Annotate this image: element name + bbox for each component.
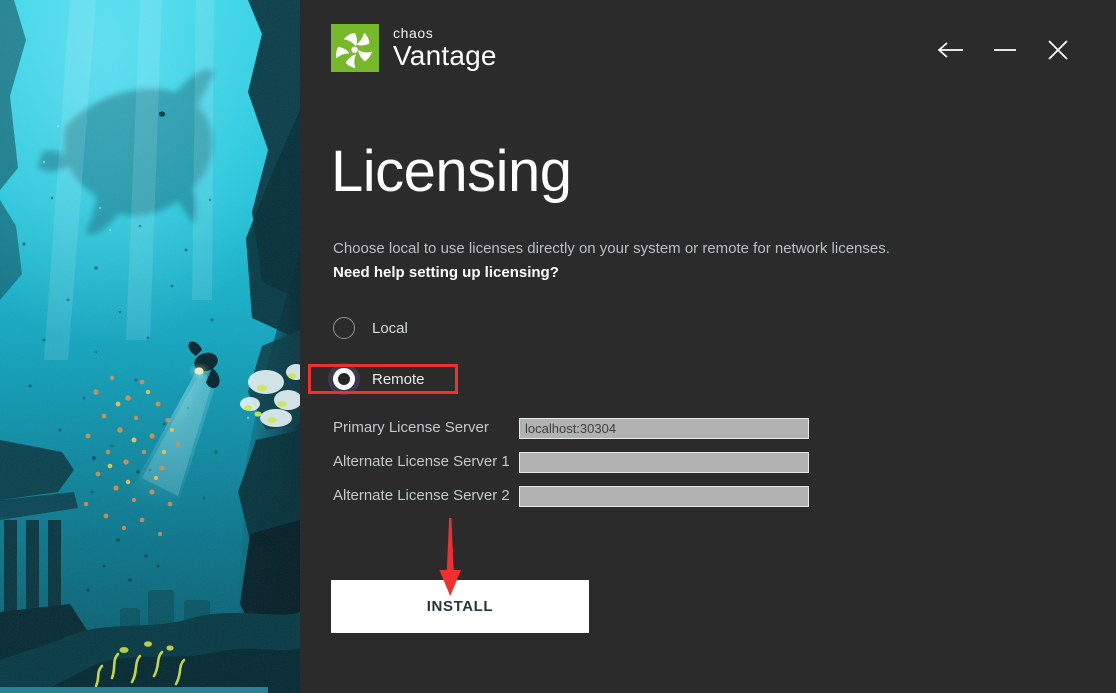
- primary-license-server-label: Primary License Server: [333, 419, 489, 436]
- alternate-license-server-2-label: Alternate License Server 2: [333, 487, 510, 504]
- alternate-license-server-1-label: Alternate License Server 1: [333, 453, 510, 470]
- help-link[interactable]: Need help setting up licensing?: [333, 263, 559, 283]
- installer-window: chaos Vantage Licensing Choose local to …: [0, 0, 1116, 693]
- primary-license-server-input[interactable]: [519, 418, 809, 439]
- brand-lockup: chaos Vantage: [331, 24, 497, 72]
- radio-option-local[interactable]: Local: [333, 313, 408, 343]
- hero-image-panel: [0, 0, 300, 693]
- close-icon: [1046, 38, 1070, 62]
- alternate-license-server-2-row: Alternate License Server 2: [333, 486, 843, 508]
- close-button[interactable]: [1038, 30, 1078, 70]
- radio-label-remote: Remote: [372, 370, 425, 388]
- underwater-scene-artwork: [0, 0, 300, 693]
- arrow-left-icon: [937, 40, 965, 60]
- installer-content-pane: chaos Vantage Licensing Choose local to …: [300, 0, 1116, 693]
- radio-unselected-icon: [333, 317, 355, 339]
- page-subtitle: Choose local to use licenses directly on…: [333, 240, 890, 257]
- back-button[interactable]: [931, 30, 971, 70]
- minimize-icon: [992, 43, 1018, 57]
- alternate-license-server-2-input[interactable]: [519, 486, 809, 507]
- brand-text: chaos Vantage: [393, 26, 497, 70]
- brand-product: Vantage: [393, 39, 497, 71]
- radio-option-remote[interactable]: Remote: [328, 363, 425, 395]
- primary-license-server-row: Primary License Server: [333, 418, 843, 440]
- minimize-button[interactable]: [985, 30, 1025, 70]
- radio-selected-icon: [328, 363, 360, 395]
- chaos-pinwheel-icon: [331, 24, 379, 72]
- brand-company: chaos: [393, 24, 434, 41]
- alternate-license-server-1-row: Alternate License Server 1: [333, 452, 843, 474]
- page-title: Licensing: [331, 139, 572, 204]
- title-bar: chaos Vantage: [300, 0, 1116, 104]
- hero-bottom-accent-strip: [0, 687, 268, 693]
- alternate-license-server-1-input[interactable]: [519, 452, 809, 473]
- radio-label-local: Local: [372, 319, 408, 337]
- install-button[interactable]: INSTALL: [331, 580, 589, 633]
